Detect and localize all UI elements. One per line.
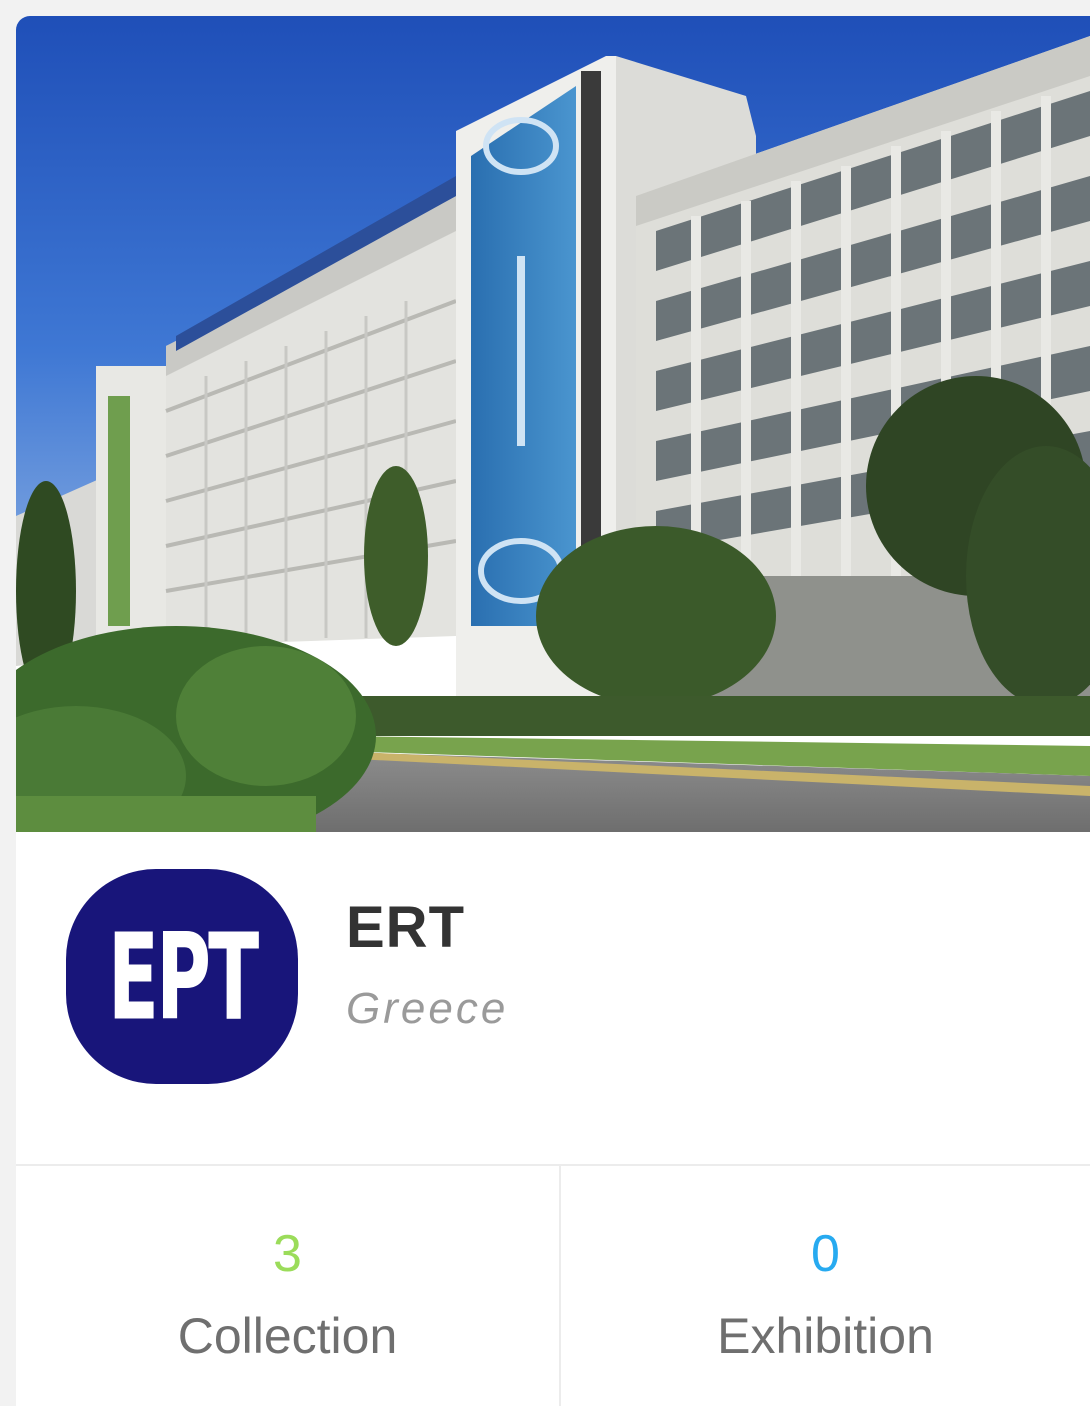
building-photo-icon	[16, 16, 1090, 832]
exhibition-count: 0	[811, 1225, 840, 1283]
exhibition-stat[interactable]: 0 Exhibition	[561, 1166, 1090, 1406]
cover-image[interactable]	[16, 16, 1090, 832]
organization-card: EPT ERT Greece 3 Collection 0 Exhibition	[16, 16, 1090, 1406]
collection-stat[interactable]: 3 Collection	[16, 1166, 559, 1406]
collection-label: Collection	[177, 1308, 398, 1364]
organization-name[interactable]: ERT	[346, 894, 465, 961]
organization-country: Greece	[346, 984, 509, 1033]
collection-count: 3	[273, 1225, 302, 1283]
stats-bar: 3 Collection 0 Exhibition	[16, 1164, 1090, 1406]
exhibition-label: Exhibition	[717, 1308, 934, 1364]
organization-logo[interactable]: EPT	[66, 869, 298, 1084]
logo-text: EPT	[107, 906, 259, 1047]
